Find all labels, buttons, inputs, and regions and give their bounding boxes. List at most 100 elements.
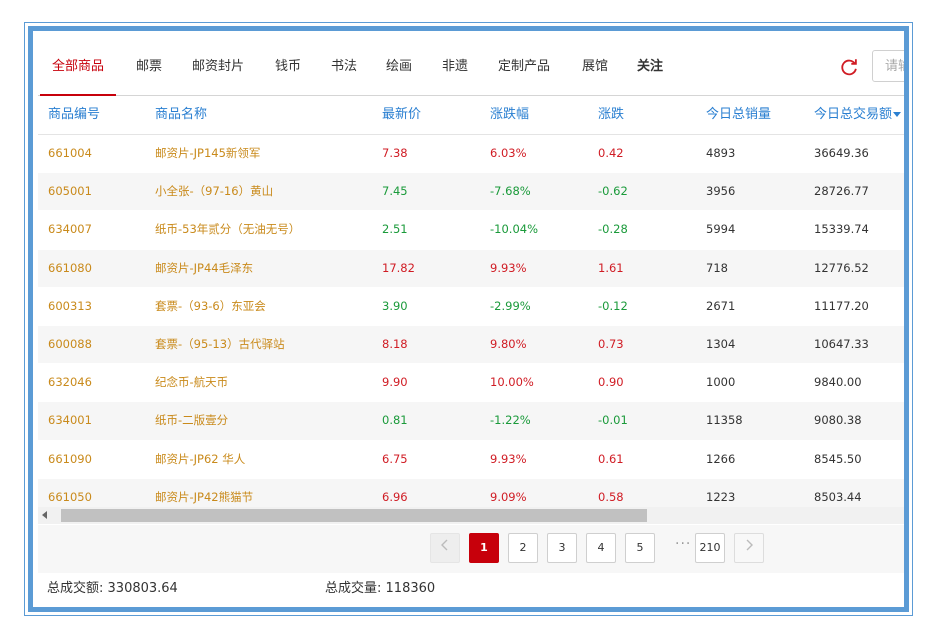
cell-code: 634007 xyxy=(48,222,92,237)
cell-change: 0.61 xyxy=(598,451,624,466)
chevron-right-icon xyxy=(746,539,753,551)
tab-watchlist[interactable]: 关注 xyxy=(637,39,663,95)
tab-heritage[interactable]: 非遗 xyxy=(442,39,468,95)
cell-name[interactable]: 纪念币-航天币 xyxy=(155,364,228,401)
total-turnover-label: 总成交额: xyxy=(47,581,104,596)
page-4-button[interactable]: 4 xyxy=(586,533,616,563)
cell-amount: 15339.74 xyxy=(814,222,869,237)
cell-volume: 1304 xyxy=(706,336,736,351)
cell-code: 661090 xyxy=(48,451,92,466)
cell-price: 9.90 xyxy=(382,375,408,390)
cell-change-pct: 10.00% xyxy=(490,375,534,390)
cell-amount: 36649.36 xyxy=(814,146,869,160)
table-row[interactable]: 661080 邮资片-JP44毛泽东 17.82 9.93% 1.61 718 12776.… xyxy=(38,249,904,288)
cell-name[interactable]: 邮资片-JP62 华人 xyxy=(155,441,245,478)
scroll-thumb[interactable] xyxy=(61,509,647,522)
scroll-left-arrow-icon[interactable] xyxy=(42,511,47,519)
cell-change: -0.01 xyxy=(598,413,628,428)
table-row[interactable]: 634007 纸币-53年贰分（无油无号） 2.51 -10.04% -0.28 5994… xyxy=(38,211,904,250)
tab-pavilion[interactable]: 展馆 xyxy=(582,39,608,95)
table-row[interactable]: 600088 套票-（95-13）古代驿站 8.18 9.80% 0.73 1304 106… xyxy=(38,325,904,365)
cell-name[interactable]: 邮资片-JP44毛泽东 xyxy=(155,250,253,287)
pagination-ellipsis: ··· xyxy=(675,536,692,552)
cell-change: -0.12 xyxy=(598,298,628,313)
tab-coins[interactable]: 钱币 xyxy=(275,39,301,95)
cell-name[interactable]: 小全张-（97-16）黄山 xyxy=(155,173,273,210)
next-page-button[interactable] xyxy=(734,533,764,563)
page-2-button[interactable]: 2 xyxy=(508,533,538,563)
cell-price: 7.45 xyxy=(382,184,408,199)
cell-price: 2.51 xyxy=(382,222,408,237)
search-input[interactable] xyxy=(872,50,904,82)
col-volume[interactable]: 今日总销量 xyxy=(706,96,771,134)
cell-volume: 5994 xyxy=(706,222,736,237)
product-table: 商品编号 商品名称 最新价 涨跌幅 涨跌 今日总销量 今日总交易额 661004… xyxy=(38,96,904,517)
market-panel: 全部商品 邮票 邮资封片 钱币 书法 绘画 非遗 定制产品 展馆 关注 商品编号… xyxy=(28,26,909,612)
cell-name[interactable]: 邮资片-JP145新领军 xyxy=(155,135,260,172)
cell-name[interactable]: 纸币-二版壹分 xyxy=(155,402,228,439)
cell-code: 634001 xyxy=(48,413,92,428)
cell-volume: 3956 xyxy=(706,184,736,199)
cell-volume: 718 xyxy=(706,260,728,275)
horizontal-scrollbar[interactable] xyxy=(38,507,904,524)
table-row[interactable]: 634001 纸币-二版壹分 0.81 -1.22% -0.01 11358 9080.38 xyxy=(38,402,904,441)
cell-amount: 9840.00 xyxy=(814,375,862,390)
cell-change: -0.28 xyxy=(598,222,628,237)
tab-stamps[interactable]: 邮票 xyxy=(136,39,162,95)
col-change-pct[interactable]: 涨跌幅 xyxy=(490,96,529,134)
cell-change-pct: 9.93% xyxy=(490,451,527,466)
page-5-button[interactable]: 5 xyxy=(625,533,655,563)
table-row[interactable]: 661004 邮资片-JP145新领军 7.38 6.03% 0.42 4893 36649… xyxy=(38,135,904,174)
tab-painting[interactable]: 绘画 xyxy=(386,39,412,95)
cell-price: 7.38 xyxy=(382,146,408,160)
cell-change: 0.73 xyxy=(598,336,624,351)
col-code[interactable]: 商品编号 xyxy=(48,96,100,134)
category-tabs: 全部商品 邮票 邮资封片 钱币 书法 绘画 非遗 定制产品 展馆 关注 xyxy=(38,39,904,96)
tab-all[interactable]: 全部商品 xyxy=(39,39,117,96)
col-price[interactable]: 最新价 xyxy=(382,96,421,134)
cell-code: 600088 xyxy=(48,336,92,351)
tab-custom-products[interactable]: 定制产品 xyxy=(498,39,550,95)
page-3-button[interactable]: 3 xyxy=(547,533,577,563)
col-name[interactable]: 商品名称 xyxy=(155,96,207,134)
cell-name[interactable]: 套票-（95-13）古代驿站 xyxy=(155,326,285,363)
caret-down-icon xyxy=(893,112,902,117)
page-1-button[interactable]: 1 xyxy=(469,533,499,563)
total-volume-value: 118360 xyxy=(385,581,436,596)
cell-change-pct: -1.22% xyxy=(490,413,531,428)
cell-code: 605001 xyxy=(48,184,92,199)
cell-change-pct: -2.99% xyxy=(490,298,531,313)
cell-name[interactable]: 纸币-53年贰分（无油无号） xyxy=(155,211,300,248)
cell-price: 0.81 xyxy=(382,413,408,428)
cell-change: 0.42 xyxy=(598,146,624,160)
cell-amount: 8545.50 xyxy=(814,451,862,466)
cell-volume: 1266 xyxy=(706,451,736,466)
prev-page-button[interactable] xyxy=(430,533,460,563)
cell-volume: 11358 xyxy=(706,413,743,428)
cell-change-pct: 6.03% xyxy=(490,146,527,160)
cell-price: 8.18 xyxy=(382,336,408,351)
total-volume: 总成交量: 118360 xyxy=(325,573,435,607)
col-change[interactable]: 涨跌 xyxy=(598,96,624,134)
cell-change: -0.62 xyxy=(598,184,628,199)
page-last-button[interactable]: 210 xyxy=(695,533,725,563)
cell-amount: 9080.38 xyxy=(814,413,862,428)
cell-amount: 11177.20 xyxy=(814,298,869,313)
cell-price: 6.75 xyxy=(382,451,408,466)
tab-calligraphy[interactable]: 书法 xyxy=(331,39,357,95)
pagination: 1 2 3 4 5 ··· 210 xyxy=(38,525,904,573)
table-row[interactable]: 661090 邮资片-JP62 华人 6.75 9.93% 0.61 1266 8545.5… xyxy=(38,441,904,479)
cell-change: 0.90 xyxy=(598,375,624,390)
col-amount[interactable]: 今日总交易额 xyxy=(814,96,902,134)
table-row[interactable]: 605001 小全张-（97-16）黄山 7.45 -7.68% -0.62 3956 28… xyxy=(38,173,904,212)
tab-postal-cards[interactable]: 邮资封片 xyxy=(192,39,244,95)
cell-name[interactable]: 套票-（93-6）东亚会 xyxy=(155,288,266,325)
refresh-icon[interactable] xyxy=(838,56,860,78)
table-row[interactable]: 600313 套票-（93-6）东亚会 3.90 -2.99% -0.12 2671 111… xyxy=(38,288,904,326)
cell-amount: 12776.52 xyxy=(814,260,869,275)
cell-code: 661004 xyxy=(48,146,92,160)
cell-amount: 10647.33 xyxy=(814,336,869,351)
total-turnover-value: 330803.64 xyxy=(107,581,178,596)
cell-change-pct: 9.80% xyxy=(490,336,527,351)
table-row[interactable]: 632046 纪念币-航天币 9.90 10.00% 0.90 1000 9840.00 xyxy=(38,364,904,403)
